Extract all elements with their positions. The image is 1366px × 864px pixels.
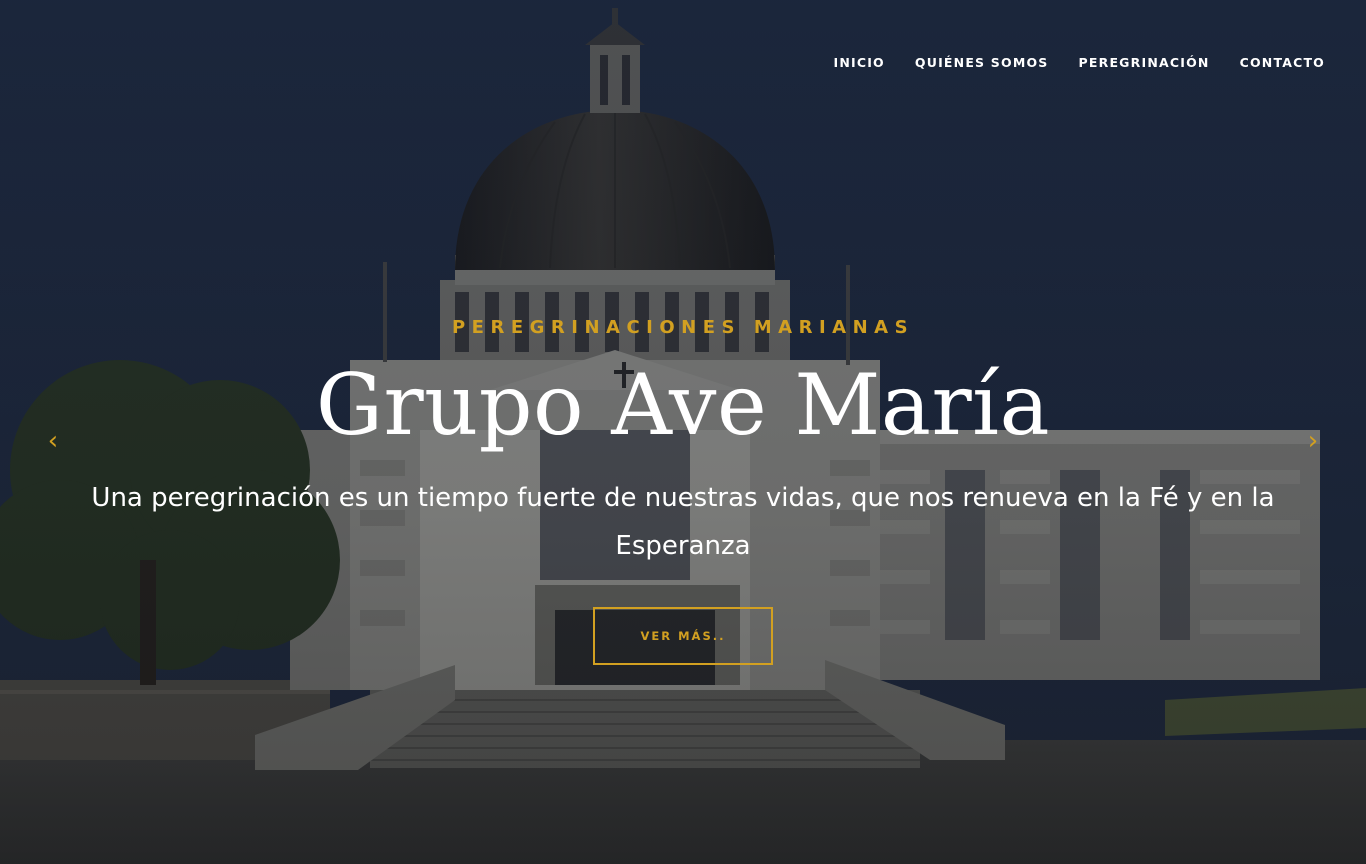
main-nav: INICIO QUIÉNES SOMOS PEREGRINACIÓN CONTA…	[833, 54, 1325, 72]
nav-link-inicio[interactable]: INICIO	[833, 54, 884, 72]
hero-title: Grupo Ave María	[315, 356, 1051, 454]
hero-slider: INICIO QUIÉNES SOMOS PEREGRINACIÓN CONTA…	[0, 0, 1366, 864]
hero-eyebrow: PEREGRINACIONES MARIANAS	[451, 317, 915, 338]
nav-link-peregrinacion[interactable]: PEREGRINACIÓN	[1079, 54, 1210, 72]
nav-link-quienes-somos[interactable]: QUIÉNES SOMOS	[915, 54, 1049, 72]
ver-mas-button[interactable]: VER MÁS..	[593, 607, 773, 665]
nav-link-contacto[interactable]: CONTACTO	[1240, 54, 1325, 72]
hero-subtitle: Una peregrinación es un tiempo fuerte de…	[91, 483, 1275, 561]
